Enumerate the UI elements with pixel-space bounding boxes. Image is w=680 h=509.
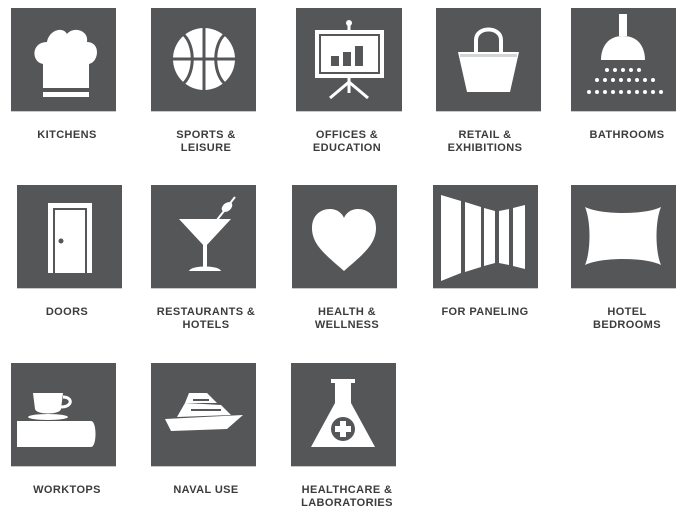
tile-background — [292, 185, 397, 288]
category-label: HOTEL BEDROOMS — [593, 306, 661, 331]
tile-background — [433, 185, 538, 288]
cocktail-glass-icon — [179, 196, 236, 271]
category-label: SPORTS & LEISURE — [176, 129, 236, 154]
heart-icon — [312, 209, 376, 271]
tile-background — [151, 8, 256, 111]
category-label: KITCHENS — [37, 129, 97, 141]
category-label: FOR PANELING — [441, 306, 529, 318]
category-label: HEALTH & WELLNESS — [314, 306, 380, 331]
wall-panels-icon — [441, 195, 525, 281]
category-label: HEALTHCARE & LABORATORIES — [301, 484, 393, 509]
shopping-bag-icon — [458, 27, 519, 92]
basketball-icon — [173, 28, 235, 90]
category-label: OFFICES & EDUCATION — [312, 129, 382, 154]
pillow-icon — [585, 207, 661, 265]
tile-background — [571, 185, 676, 288]
door-icon — [48, 203, 92, 273]
shower-icon — [587, 14, 663, 94]
presentation-board-icon — [315, 20, 384, 100]
chef-hat-icon — [34, 29, 97, 97]
tile-background — [151, 185, 256, 288]
tile-background — [11, 8, 116, 111]
tile-background — [291, 363, 396, 466]
category-label: RESTAURANTS & HOTELS — [156, 306, 256, 331]
category-label: NAVAL USE — [173, 484, 239, 496]
category-label: DOORS — [45, 306, 89, 318]
category-label: BATHROOMS — [589, 129, 665, 141]
tile-background — [436, 8, 541, 111]
lab-flask-icon — [311, 379, 375, 447]
tile-background — [296, 8, 402, 111]
tile-background — [571, 8, 676, 111]
tile-background — [17, 185, 122, 288]
yacht-icon — [165, 393, 243, 431]
category-label: WORKTOPS — [33, 484, 101, 496]
coffee-cup-countertop-icon — [17, 393, 96, 447]
tile-background — [151, 363, 256, 466]
category-label: RETAIL & EXHIBITIONS — [447, 129, 523, 154]
tile-background — [11, 363, 116, 466]
